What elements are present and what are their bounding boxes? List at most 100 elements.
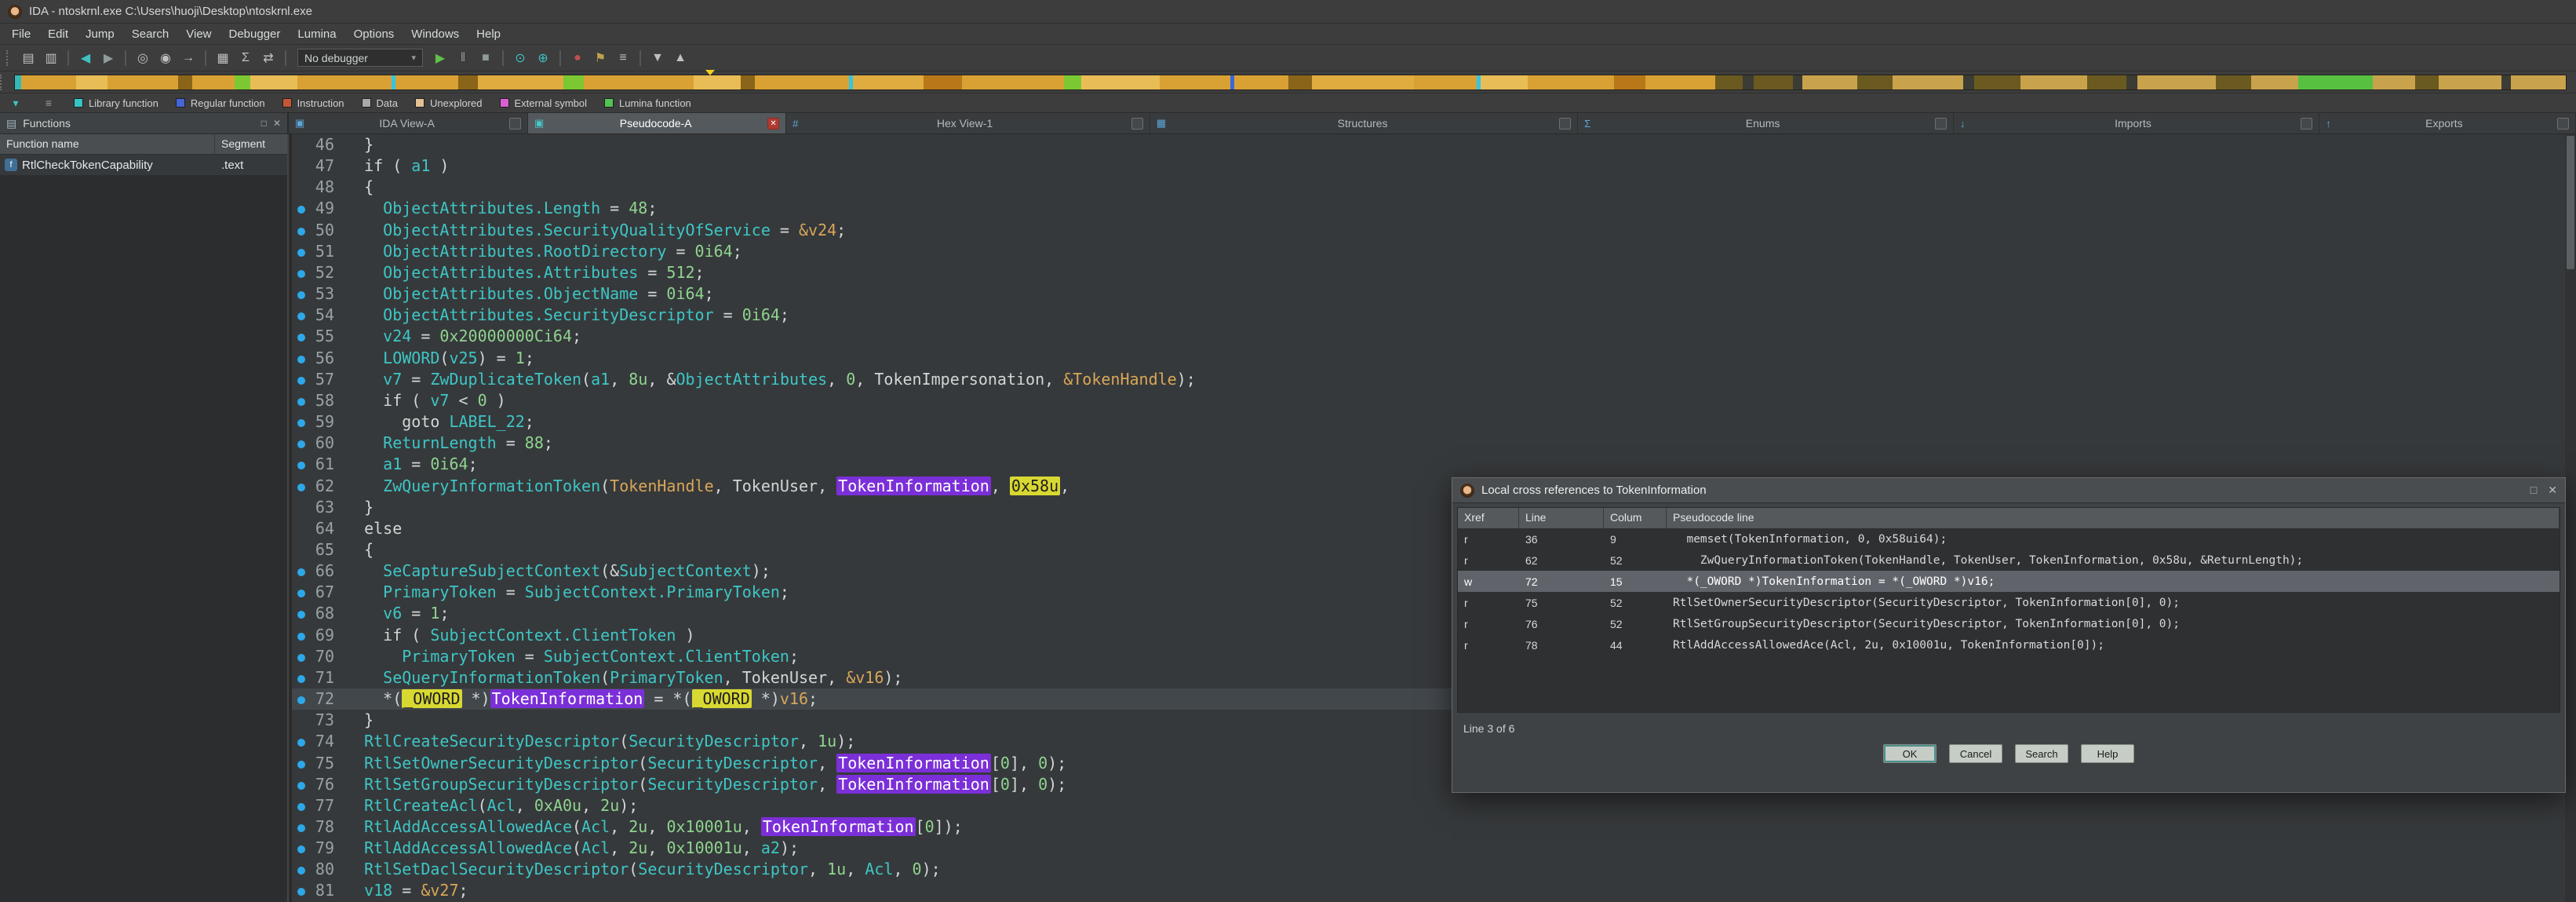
attach-process-icon[interactable]: ⊕ [533,48,553,68]
functions-panel-header[interactable]: ▤ Functions □ ✕ [0,113,289,133]
stop-debugger-icon[interactable]: ■ [475,48,496,68]
tab-maximize-icon[interactable] [2301,118,2312,130]
xref-column-xref[interactable]: Xref [1458,508,1519,528]
code-line[interactable]: 59 goto LABEL_22; [292,411,2565,433]
menu-lumina[interactable]: Lumina [289,24,344,44]
menu-jump[interactable]: Jump [77,24,123,44]
legend-list-icon[interactable]: ≡ [41,97,56,109]
code-line[interactable]: 80 RtlSetDaclSecurityDescriptor(Security… [292,859,2565,880]
menu-windows[interactable]: Windows [403,24,468,44]
code-line[interactable]: 50 ObjectAttributes.SecurityQualityOfSer… [292,220,2565,241]
code-line[interactable]: 81 v18 = &v27; [292,880,2565,901]
tab-hex-view-1[interactable]: #Hex View-1 [786,113,1150,133]
code-line[interactable]: 55 v24 = 0x20000000Ci64; [292,326,2565,347]
lumina-pull-icon[interactable]: ▼ [647,48,668,68]
flag-icon[interactable]: ⚑ [590,48,610,68]
debugger-options-icon[interactable]: ⊙ [510,48,530,68]
jump-address-icon[interactable]: → [178,48,199,68]
xref-row[interactable]: r7844RtlAddAccessAllowedAce(Acl, 2u, 0x1… [1458,634,2560,656]
xref-column-pseudocode-line[interactable]: Pseudocode line [1667,508,2560,528]
column-segment[interactable]: Segment [215,134,287,154]
drag-handle-icon[interactable] [6,50,11,66]
tab-ida-view-a[interactable]: ▣IDA View-A [289,113,528,133]
debugger-selector[interactable]: No debugger▾ [297,49,423,67]
function-row[interactable]: fRtlCheckTokenCapability.text [0,155,287,175]
xref-column-colum[interactable]: Colum [1604,508,1667,528]
tab-maximize-icon[interactable] [1131,118,1143,130]
code-line[interactable]: 79 RtlAddAccessAllowedAce(Acl, 2u, 0x100… [292,838,2565,859]
navigate-forward-icon[interactable]: ▶ [98,48,118,68]
tab-structures[interactable]: ▦Structures [1150,113,1578,133]
code-line[interactable]: 78 RtlAddAccessAllowedAce(Acl, 2u, 0x100… [292,816,2565,838]
code-scrollbar-thumb[interactable] [2567,136,2574,269]
drag-handle-icon[interactable] [0,75,5,90]
save-icon[interactable]: ▤ [18,48,38,68]
code-line[interactable]: 53 ObjectAttributes.ObjectName = 0i64; [292,283,2565,305]
code-line[interactable]: 49 ObjectAttributes.Length = 48; [292,198,2565,219]
code-line[interactable]: 61 a1 = 0i64; [292,454,2565,475]
code-line[interactable]: 60 ReturnLength = 88; [292,433,2565,454]
functions-maximize-icon[interactable]: □ [261,118,267,129]
code-line[interactable]: 51 ObjectAttributes.RootDirectory = 0i64… [292,241,2565,262]
navband-segment [1312,75,1414,89]
code-line[interactable]: 57 v7 = ZwDuplicateToken(a1, 8u, &Object… [292,369,2565,390]
enums-icon[interactable]: Σ [235,48,256,68]
xref-table: XrefLineColumPseudocode line r369 memset… [1457,507,2560,713]
code-line[interactable]: 77 RtlCreateAcl(Acl, 0xA0u, 2u); [292,795,2565,816]
menu-file[interactable]: File [3,24,39,44]
xref-dialog-titlebar[interactable]: Local cross references to TokenInformati… [1452,478,2565,503]
xref-row[interactable]: r7552RtlSetOwnerSecurityDescriptor(Secur… [1458,592,2560,613]
filter-icon[interactable]: ▾ [8,97,24,110]
snapshot-icon[interactable]: ▥ [41,48,61,68]
code-line[interactable]: 52 ObjectAttributes.Attributes = 512; [292,262,2565,283]
tab-maximize-icon[interactable] [2557,118,2569,130]
tab-close-icon[interactable]: ✕ [767,118,779,130]
code-scrollbar[interactable] [2565,134,2576,902]
xref-dialog-maximize-icon[interactable]: □ [2530,484,2537,497]
menu-options[interactable]: Options [345,24,403,44]
tab-enums[interactable]: ΣEnums [1578,113,1954,133]
navigate-back-icon[interactable]: ◀ [75,48,96,68]
tab-maximize-icon[interactable] [509,118,521,130]
code-line[interactable]: 54 ObjectAttributes.SecurityDescriptor =… [292,305,2565,326]
tab-maximize-icon[interactable] [1559,118,1571,130]
pause-debugger-icon[interactable]: ‖ [453,48,473,68]
xref-row[interactable]: w7215 *(_OWORD *)TokenInformation = *(_O… [1458,571,2560,592]
breakpoint-icon[interactable]: ● [567,48,588,68]
xref-row[interactable]: r369 memset(TokenInformation, 0, 0x58ui6… [1458,528,2560,550]
tab-maximize-icon[interactable] [1935,118,1947,130]
menu-edit[interactable]: Edit [39,24,77,44]
menu-help[interactable]: Help [468,24,509,44]
search-button[interactable]: Search [2015,744,2068,763]
functions-close-icon[interactable]: ✕ [273,118,281,129]
start-debugger-icon[interactable]: ▶ [430,48,450,68]
functions-column-headers[interactable]: Function name Segment [0,134,287,155]
column-function-name[interactable]: Function name [0,134,215,154]
menu-search[interactable]: Search [123,24,178,44]
lumina-push-icon[interactable]: ▲ [670,48,690,68]
trace-list-icon[interactable]: ≡ [613,48,633,68]
code-line[interactable]: 48 { [292,177,2565,198]
xref-row[interactable]: r7652RtlSetGroupSecurityDescriptor(Secur… [1458,613,2560,634]
xref-dialog-close-icon[interactable]: ✕ [2548,484,2557,497]
tab-imports[interactable]: ↓Imports [1954,113,2319,133]
tab-exports[interactable]: ↑Exports [2319,113,2576,133]
cancel-button[interactable]: Cancel [1949,744,2002,763]
help-button[interactable]: Help [2081,744,2134,763]
menu-debugger[interactable]: Debugger [220,24,290,44]
xrefs-icon[interactable]: ⇄ [258,48,279,68]
ok-button[interactable]: OK [1883,744,1937,763]
tab-pseudocode-a[interactable]: ▣Pseudocode-A✕ [528,113,786,133]
code-line[interactable]: 47 if ( a1 ) [292,155,2565,177]
code-line[interactable]: 58 if ( v7 < 0 ) [292,390,2565,411]
structures-icon[interactable]: ▦ [213,48,233,68]
navigation-band[interactable] [14,75,2567,90]
search-again-icon[interactable]: ◉ [155,48,176,68]
code-line[interactable]: 56 LOWORD(v25) = 1; [292,348,2565,369]
menu-view[interactable]: View [177,24,220,44]
code-line[interactable]: 46 } [292,134,2565,155]
xref-row[interactable]: r6252 ZwQueryInformationToken(TokenHandl… [1458,550,2560,571]
xref-table-header[interactable]: XrefLineColumPseudocode line [1458,508,2560,528]
search-icon[interactable]: ◎ [133,48,153,68]
xref-column-line[interactable]: Line [1519,508,1604,528]
